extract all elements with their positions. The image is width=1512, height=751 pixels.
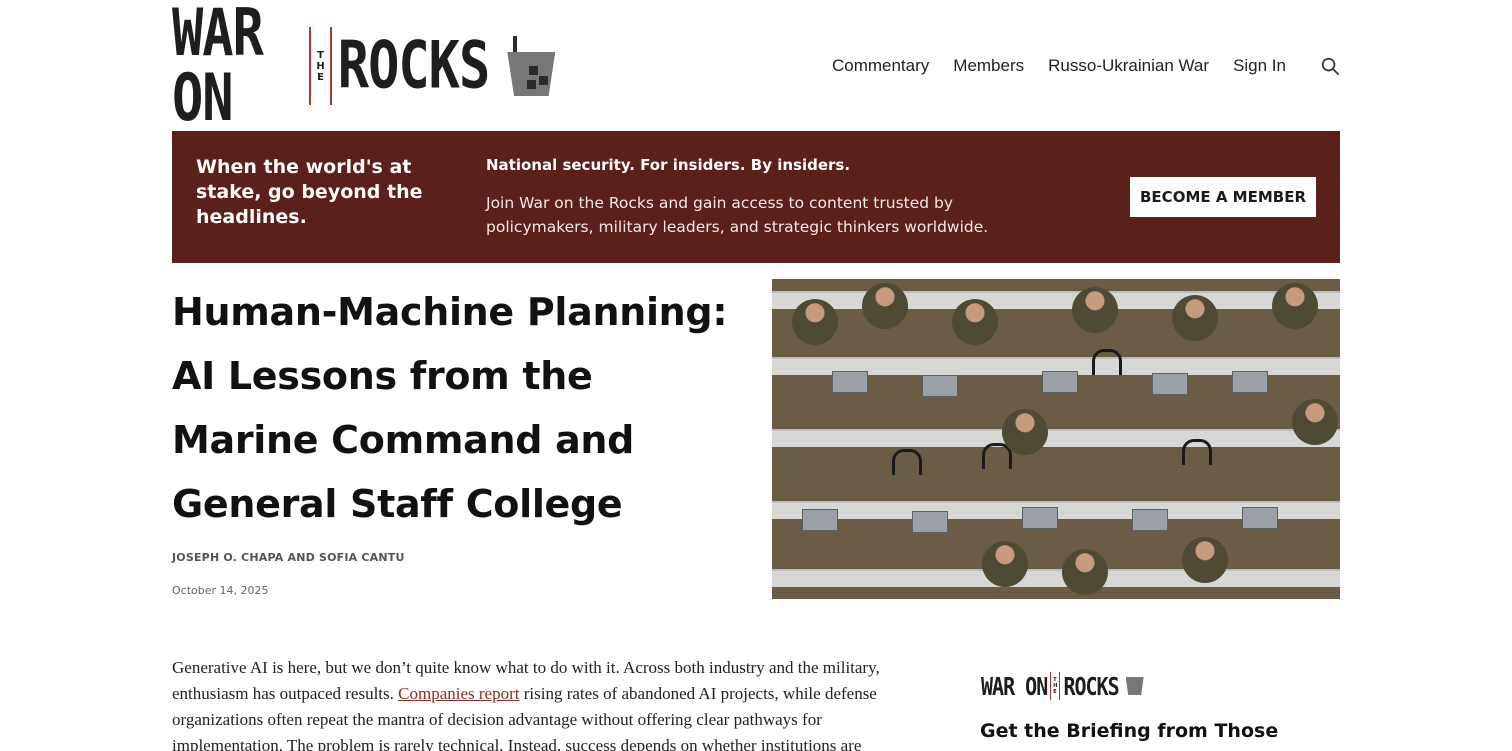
main-nav: Commentary Members Russo-Ukrainian War S…	[832, 52, 1340, 80]
site-header: WAR ON T H E ROCKS Commentary Members Ru…	[0, 0, 1512, 131]
membership-banner: When the world's at stake, go beyond the…	[172, 131, 1340, 263]
logo-the: T H E	[309, 27, 332, 105]
nav-commentary[interactable]: Commentary	[832, 56, 929, 76]
logo-word-right: ROCKS	[337, 28, 491, 104]
banner-tagline: When the world's at stake, go beyond the…	[196, 156, 423, 228]
sidebar-heading: Get the Briefing from Those	[980, 720, 1279, 742]
cup-logo-icon	[1125, 677, 1144, 695]
nav-members[interactable]: Members	[953, 56, 1024, 76]
nav-russo-ukrainian-war[interactable]: Russo-Ukrainian War	[1048, 56, 1209, 76]
search-icon[interactable]	[1320, 56, 1340, 76]
nav-sign-in[interactable]: Sign In	[1233, 56, 1286, 76]
site-logo[interactable]: WAR ON T H E ROCKS	[172, 1, 556, 131]
banner-body: Join War on the Rocks and gain access to…	[486, 194, 989, 236]
article-body: Generative AI is here, but we don’t quit…	[172, 658, 880, 751]
hero-image	[772, 279, 1340, 599]
cup-logo-icon	[507, 36, 556, 96]
companies-report-link[interactable]: Companies report	[398, 684, 519, 703]
banner-title: National security. For insiders. By insi…	[486, 156, 851, 174]
article-authors[interactable]: JOSEPH O. CHAPA AND SOFIA CANTU	[172, 551, 405, 564]
become-member-button[interactable]: BECOME A MEMBER	[1130, 177, 1316, 217]
sidebar-logo: WAR ON THE ROCKS	[981, 670, 1144, 702]
logo-word-left: WAR ON	[172, 0, 264, 136]
article-date: October 14, 2025	[172, 584, 269, 597]
article-headline: Human-Machine Planning: AI Lessons from …	[172, 290, 728, 526]
